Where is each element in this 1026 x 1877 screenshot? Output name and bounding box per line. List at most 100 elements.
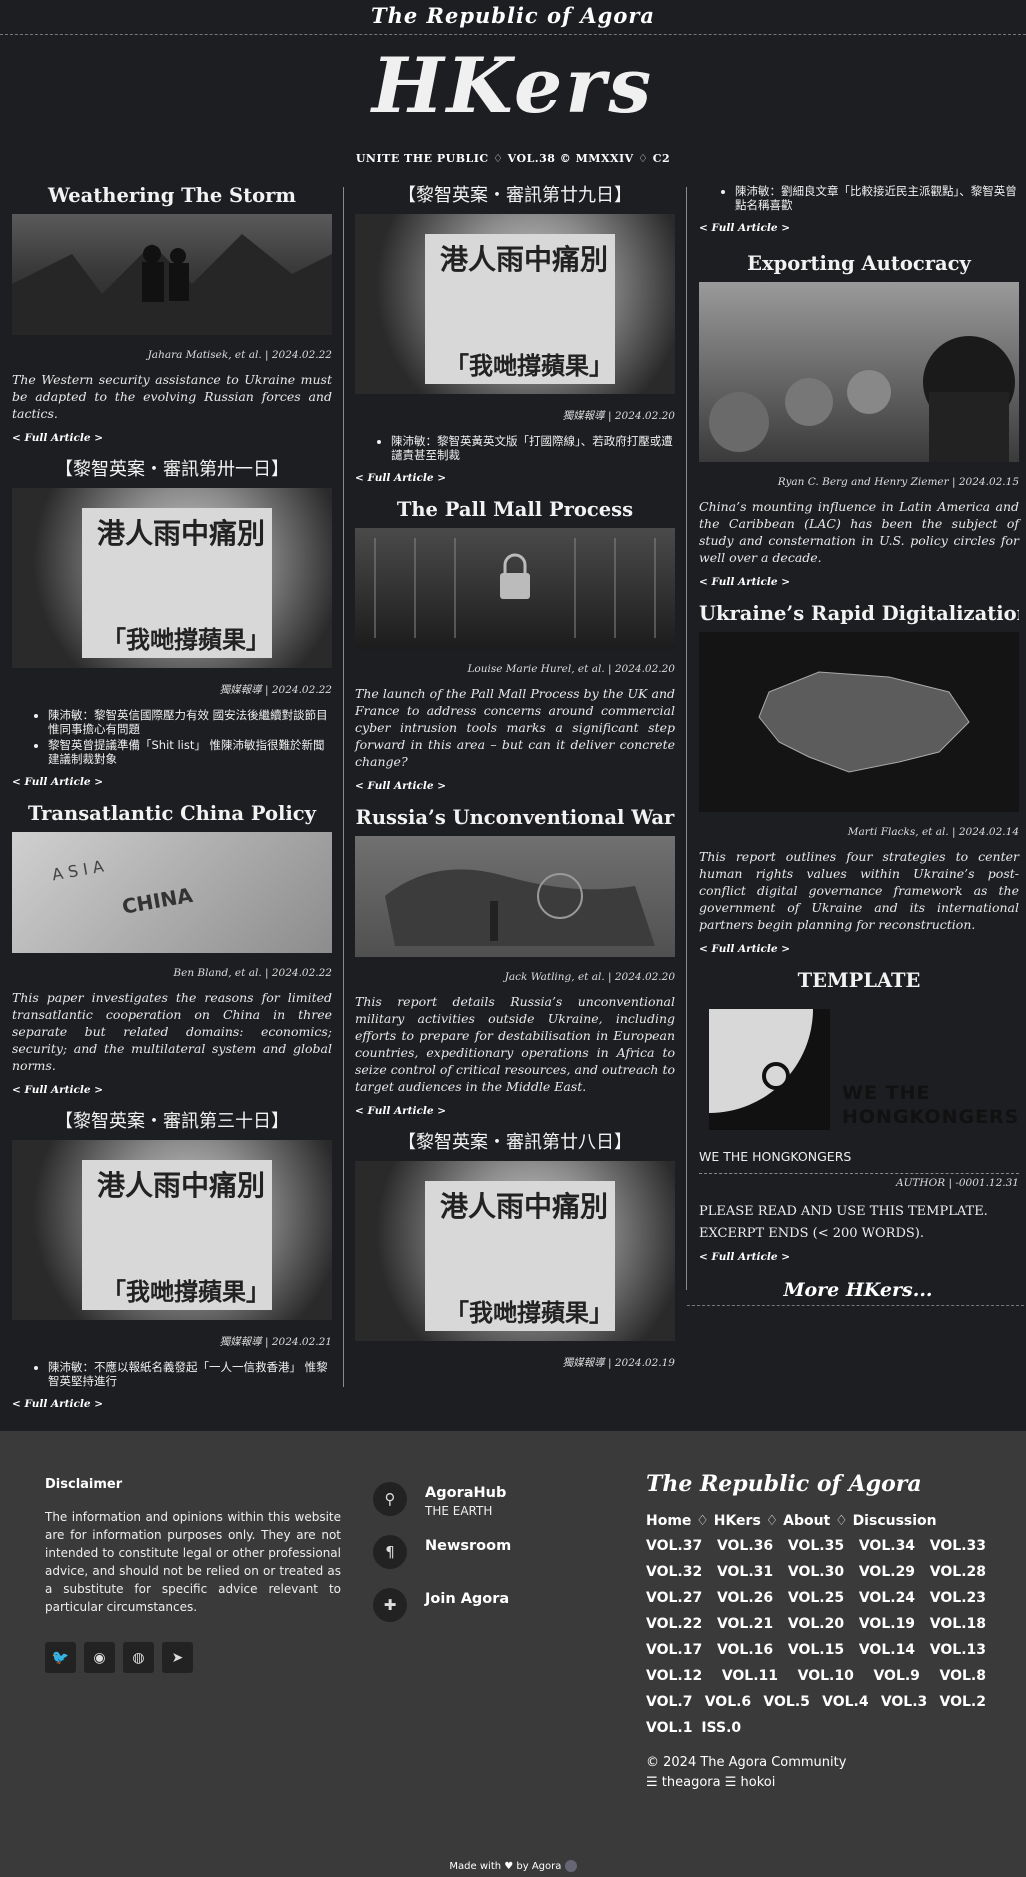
github-icon[interactable]: ◉ — [84, 1642, 115, 1673]
article-title[interactable]: 【黎智英案・審訊第廿九日】 — [355, 182, 675, 214]
svg-text:CHINA: CHINA — [120, 883, 195, 919]
note-item: 陳沛敏：劉細良文章「比較接近民主派觀點」、黎智英曾點名稱喜歡 — [735, 184, 1019, 212]
full-article-link[interactable]: < Full Article > — [355, 780, 675, 800]
more-hkers-link[interactable]: More HKers... — [687, 1279, 1026, 1306]
full-article-link[interactable]: < Full Article > — [699, 1251, 1019, 1271]
article-title[interactable]: Exporting Autocracy — [699, 250, 1019, 282]
article-meta: Jahara Matisek, et al. | 2024.02.22 — [147, 349, 332, 361]
europe-map-photo — [385, 869, 655, 946]
full-article-link[interactable]: < Full Article > — [699, 576, 1019, 596]
article-meta: Jack Watling, et al. | 2024.02.20 — [504, 971, 675, 983]
article-title[interactable]: Weathering The Storm — [12, 182, 332, 214]
note-item: 陳沛敏：不應以報紙名義發起「一人一信救香港」 惟黎智英堅持進行 — [48, 1360, 332, 1388]
divider — [699, 1173, 1019, 1174]
article-card: 【黎智英案・審訊第三十日】 港人雨中痛別 「我哋撐蘋果」 獨媒報導 | 2024.… — [12, 1108, 332, 1418]
article-card: The Pall Mall Process Louise Marie Hurel… — [355, 496, 675, 800]
svg-text:港人雨中痛別: 港人雨中痛別 — [97, 517, 265, 550]
article-title[interactable]: 【黎智英案・審訊第三十日】 — [12, 1108, 332, 1140]
ukraine-map-photo — [758, 671, 970, 773]
article-card: 【黎智英案・審訊第廿九日】 港人雨中痛別 「我哋撐蘋果」 獨媒報導 | 2024.… — [355, 182, 675, 492]
template-meta: AUTHOR | -0001.12.31 — [896, 1177, 1019, 1189]
article-summary: This report outlines four strategies to … — [699, 849, 1019, 932]
protest-photo — [709, 336, 1015, 462]
full-article-link[interactable]: < Full Article > — [12, 776, 332, 796]
article-image[interactable] — [699, 282, 1019, 462]
nav-about[interactable]: About — [783, 1513, 830, 1529]
agorahub-link[interactable]: ⚲ AgoraHub THE EARTH — [373, 1482, 511, 1535]
full-article-link[interactable]: < Full Article > — [355, 1105, 675, 1125]
article-title[interactable]: Transatlantic China Policy — [12, 800, 332, 832]
telegram-icon[interactable]: ➤ — [162, 1642, 193, 1673]
link-label: Join Agora — [425, 1591, 510, 1607]
articles-grid: Weathering The Storm Jahara Matisek, et … — [0, 182, 1026, 1410]
article-summary: China’s mounting influence in Latin Amer… — [699, 499, 1019, 565]
nav-hkers[interactable]: HKers — [714, 1513, 761, 1529]
template-title[interactable]: TEMPLATE — [699, 967, 1019, 999]
column-middle: 【黎智英案・審訊第廿九日】 港人雨中痛別 「我哋撐蘋果」 獨媒報導 | 2024.… — [355, 182, 675, 1371]
article-title[interactable]: 【黎智英案・審訊第卅一日】 — [12, 456, 332, 488]
article-summary: This report details Russia’s unconventio… — [355, 994, 675, 1094]
credits-links[interactable]: ☰ theagora ☰ hokoi — [646, 1775, 775, 1790]
article-meta: 獨媒報導 | 2024.02.20 — [562, 410, 675, 422]
copyright-text: © 2024 The Agora Community — [646, 1755, 847, 1770]
full-article-link[interactable]: < Full Article > — [355, 472, 675, 492]
article-image[interactable]: CHINA A S I A — [12, 832, 332, 953]
article-image[interactable]: 港人雨中痛別 「我哋撐蘋果」 — [12, 1140, 332, 1320]
footer-links: ⚲ AgoraHub THE EARTH ¶ Newsroom ✚ Join Ag… — [373, 1482, 511, 1641]
volume-links[interactable]: VOL.37 VOL.36 VOL.35 VOL.34 VOL.33 VOL.3… — [646, 1533, 986, 1741]
newspaper-photo: 港人雨中痛別「我哋撐蘋果」 — [425, 1181, 615, 1331]
puzzle-icon: ✚ — [373, 1588, 407, 1622]
article-image[interactable] — [699, 632, 1019, 812]
full-article-link[interactable]: < Full Article > — [699, 943, 1019, 963]
article-card: 【黎智英案・審訊第卅一日】 港人雨中痛別 「我哋撐蘋果」 獨媒報導 | 2024.… — [12, 456, 332, 796]
article-image[interactable]: 港人雨中痛別 「我哋撐蘋果」 — [355, 1161, 675, 1341]
newsroom-link[interactable]: ¶ Newsroom — [373, 1535, 511, 1588]
link-label: AgoraHub — [425, 1485, 507, 1501]
article-title[interactable]: Russia’s Unconventional War — [355, 804, 675, 836]
article-card: Russia’s Unconventional War Jack Watling… — [355, 804, 675, 1125]
article-title[interactable]: 【黎智英案・審訊第廿八日】 — [355, 1129, 675, 1161]
svg-text:A S I A: A S I A — [51, 857, 106, 885]
cyber-photo — [374, 538, 656, 638]
site-title[interactable]: The Republic of Agora — [0, 0, 1026, 35]
logo-text: HONGKONGERS — [842, 1106, 1020, 1128]
disclaimer-text: The information and opinions within this… — [45, 1510, 341, 1614]
link-label: Newsroom — [425, 1538, 512, 1554]
full-article-link[interactable]: < Full Article > — [12, 432, 332, 452]
article-card: Ukraine’s Rapid Digitalization Marti Fla… — [699, 600, 1019, 963]
article-image[interactable] — [355, 836, 675, 957]
pilcrow-icon: ¶ — [373, 1535, 407, 1569]
twitter-icon[interactable]: 🐦 — [45, 1642, 76, 1673]
main-nav: Home ♢ HKers ♢ About ♢ Discussion — [646, 1513, 937, 1529]
article-card: Transatlantic China Policy CHINA A S I A … — [12, 800, 332, 1104]
article-notes: 陳沛敏：黎智英信國際壓力有效 國安法後繼續對談節目 惟同事擔心有問題 黎智英曾提… — [48, 708, 332, 766]
article-title[interactable]: Ukraine’s Rapid Digitalization — [699, 600, 1019, 632]
template-name: WE THE HONGKONGERS — [699, 1149, 852, 1164]
agora-nav: The Republic of Agora Home ♢ HKers ♢ Abo… — [646, 1471, 986, 1793]
newspaper-photo: 港人雨中痛別「我哋撐蘋果」 — [425, 234, 615, 384]
we-the-hongkongers-logo: WE THE HONGKONGERS — [699, 999, 1019, 1139]
nav-discussion[interactable]: Discussion — [853, 1513, 937, 1529]
full-article-link[interactable]: < Full Article > — [12, 1084, 332, 1104]
agora-title[interactable]: The Republic of Agora — [646, 1471, 986, 1497]
article-image[interactable] — [12, 214, 332, 335]
article-image[interactable]: 港人雨中痛別 「我哋撐蘋果」 — [355, 214, 675, 394]
article-image[interactable]: 港人雨中痛別「我哋撐蘋果」 — [12, 488, 332, 668]
article-image[interactable] — [355, 528, 675, 649]
map-photo: CHINA A S I A — [51, 857, 195, 919]
full-article-link[interactable]: < Full Article > — [12, 1398, 332, 1418]
article-card: 【黎智英案・審訊第廿八日】 港人雨中痛別 「我哋撐蘋果」 獨媒報導 | 2024.… — [355, 1129, 675, 1371]
footer: Disclaimer The information and opinions … — [0, 1431, 1026, 1877]
column-divider — [343, 187, 344, 1387]
article-summary: The Western security assistance to Ukrai… — [12, 372, 332, 421]
made-with-text: Made with ♥ by Agora — [449, 1861, 562, 1872]
nav-home[interactable]: Home — [646, 1513, 691, 1529]
join-agora-link[interactable]: ✚ Join Agora — [373, 1588, 511, 1641]
reddit-icon[interactable]: ◍ — [123, 1642, 154, 1673]
article-title[interactable]: The Pall Mall Process — [355, 496, 675, 528]
map-pin-icon: ⚲ — [373, 1482, 407, 1516]
svg-text:「我哋撐蘋果」: 「我哋撐蘋果」 — [102, 626, 270, 654]
column-divider — [686, 187, 687, 1290]
full-article-link[interactable]: < Full Article > — [699, 222, 1019, 242]
masthead-logo[interactable]: HKers — [0, 43, 1026, 128]
